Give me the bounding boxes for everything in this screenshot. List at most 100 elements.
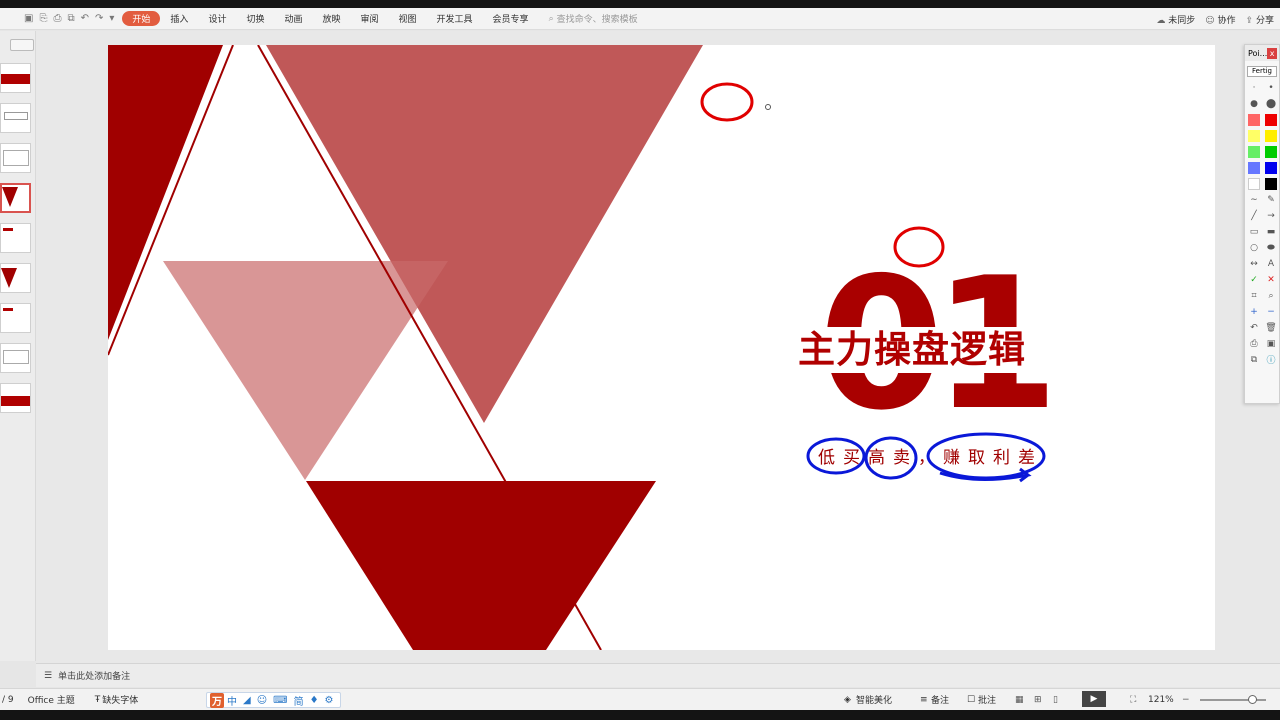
arrow-icon[interactable]: →	[1264, 209, 1278, 222]
ime-punct-icon[interactable]: ◢	[240, 695, 254, 706]
light-triangle[interactable]	[163, 261, 448, 480]
ellipse-icon[interactable]: ○	[1247, 241, 1261, 254]
search-input[interactable]: 查找命令、搜索模板	[557, 12, 638, 25]
ime-settings-icon[interactable]: ⚙	[322, 695, 337, 706]
notes-pane[interactable]: ☰ 单击此处添加备注	[36, 663, 1280, 687]
tab-transitions[interactable]: 切换	[236, 11, 274, 26]
save-icon[interactable]: ▣	[1264, 337, 1278, 350]
filled-ellipse-icon[interactable]: ⬬	[1264, 241, 1278, 254]
slide-thumbnail[interactable]	[0, 303, 31, 333]
xlarge-dot-icon[interactable]: ⬤	[1264, 97, 1278, 110]
smart-beautify-button[interactable]: 智能美化	[856, 693, 892, 706]
color-swatch[interactable]	[1264, 145, 1278, 158]
zoom-icon[interactable]: ⌕	[1264, 289, 1278, 302]
color-swatch[interactable]	[1247, 177, 1261, 190]
tab-design[interactable]: 设计	[198, 11, 236, 26]
minus-icon[interactable]: −	[1264, 305, 1278, 318]
zoom-slider[interactable]	[1200, 695, 1266, 704]
zoom-level[interactable]: 121%	[1148, 695, 1174, 705]
trash-icon[interactable]: 🗑	[1264, 321, 1278, 334]
color-swatch[interactable]	[1247, 161, 1261, 174]
large-dot-icon[interactable]: ●	[1247, 97, 1261, 110]
sorter-view-icon[interactable]: ⊞	[1034, 695, 1042, 705]
ime-skin-icon[interactable]: ♦	[307, 695, 322, 706]
notes-placeholder[interactable]: 单击此处添加备注	[58, 669, 130, 682]
notes-toggle-icon: ≡	[920, 694, 928, 705]
slide-thumbnail[interactable]	[0, 263, 31, 293]
print-icon[interactable]: ⎙	[53, 13, 61, 24]
plus-icon[interactable]: +	[1247, 305, 1261, 318]
tab-view[interactable]: 视图	[389, 11, 427, 26]
slide-subtitle: 低买高卖，赚取利差	[812, 443, 1049, 468]
slide-thumbnail[interactable]	[0, 103, 31, 133]
ime-keyboard-icon[interactable]: ⌨	[270, 695, 290, 706]
done-button[interactable]: Fertig	[1247, 66, 1277, 77]
copy-icon[interactable]: ⧉	[1247, 353, 1261, 366]
color-swatch[interactable]	[1264, 161, 1278, 174]
ime-mode[interactable]: 中	[224, 693, 240, 708]
preview-icon[interactable]: ⧉	[67, 13, 74, 24]
check-icon[interactable]: ✓	[1247, 273, 1261, 286]
bottom-triangle[interactable]	[306, 481, 656, 650]
info-icon[interactable]: ⓘ	[1264, 353, 1278, 366]
color-swatch[interactable]	[1264, 177, 1278, 190]
ime-logo-icon[interactable]: 万	[210, 692, 224, 708]
slide-thumbnail[interactable]	[0, 383, 31, 413]
normal-view-icon[interactable]: ▦	[1015, 695, 1024, 705]
color-swatch[interactable]	[1247, 145, 1261, 158]
rectangle-icon[interactable]: ▭	[1247, 225, 1261, 238]
print-icon[interactable]: ⎙	[1247, 337, 1261, 350]
double-arrow-icon[interactable]: ↔	[1247, 257, 1261, 270]
play-button[interactable]: ▶	[1082, 691, 1106, 707]
slide-thumbnail-current[interactable]	[0, 183, 31, 213]
share-button[interactable]: ⇪ 分享	[1246, 13, 1274, 26]
zoom-slider-thumb[interactable]	[1248, 695, 1257, 704]
slide[interactable]: 01 主力操盘逻辑 低买高卖，赚取利差	[108, 45, 1215, 650]
quick-access-toolbar: ▣ ⎘ ⎙ ⧉ ↶ ↷ ▾	[0, 13, 114, 24]
tab-animations[interactable]: 动画	[274, 11, 312, 26]
tab-review[interactable]: 审阅	[351, 11, 389, 26]
command-search[interactable]: ⌕ 查找命令、搜索模板	[549, 12, 638, 26]
cross-icon[interactable]: ✕	[1264, 273, 1278, 286]
reading-view-icon[interactable]: ▯	[1053, 695, 1058, 705]
save-icon[interactable]: ▣	[24, 13, 33, 24]
fit-window-icon[interactable]: ⛶	[1130, 695, 1136, 705]
slide-thumbnail[interactable]	[0, 343, 31, 373]
panel-toggle-button[interactable]	[10, 39, 34, 51]
missing-fonts-button[interactable]: 缺失字体	[102, 693, 138, 706]
undo-icon[interactable]: ↶	[1247, 321, 1261, 334]
undo-icon[interactable]: ↶	[81, 13, 89, 24]
color-swatch[interactable]	[1264, 113, 1278, 126]
collab-button[interactable]: ☺ 协作	[1205, 13, 1235, 26]
redo-icon[interactable]: ↷	[95, 13, 103, 24]
comments-button[interactable]: 批注	[978, 693, 996, 706]
tab-member[interactable]: 会员专享	[483, 11, 539, 26]
ime-emoji-icon[interactable]: ☺	[254, 695, 270, 706]
close-icon[interactable]: x	[1267, 47, 1277, 59]
text-icon[interactable]: A	[1264, 257, 1278, 270]
small-dot-icon[interactable]: ·	[1247, 81, 1261, 94]
medium-dot-icon[interactable]: •	[1264, 81, 1278, 94]
tab-home[interactable]: 开始	[122, 11, 161, 26]
tab-insert[interactable]: 插入	[160, 11, 198, 26]
sync-button[interactable]: ☁ 未同步	[1156, 13, 1195, 26]
ime-simplified[interactable]: 简	[291, 693, 307, 708]
crop-icon[interactable]: ⌗	[1247, 289, 1261, 302]
slide-thumbnail[interactable]	[0, 223, 31, 253]
color-swatch[interactable]	[1247, 113, 1261, 126]
slide-thumbnail[interactable]	[0, 143, 31, 173]
customize-icon[interactable]: ▾	[109, 13, 114, 24]
notes-toggle-button[interactable]: 备注	[931, 693, 949, 706]
tab-slideshow[interactable]: 放映	[312, 11, 350, 26]
eraser-icon[interactable]: ✎	[1264, 193, 1278, 206]
line-icon[interactable]: ╱	[1247, 209, 1261, 222]
missing-font-icon: Ŧ	[94, 694, 101, 705]
slide-thumbnail[interactable]	[0, 63, 31, 93]
freehand-icon[interactable]: ∼	[1247, 193, 1261, 206]
share-file-icon[interactable]: ⎘	[39, 13, 47, 24]
tab-developer[interactable]: 开发工具	[427, 11, 483, 26]
filled-rectangle-icon[interactable]: ▬	[1264, 225, 1278, 238]
zoom-out-icon[interactable]: −	[1182, 695, 1190, 705]
color-swatch[interactable]	[1264, 129, 1278, 142]
color-swatch[interactable]	[1247, 129, 1261, 142]
